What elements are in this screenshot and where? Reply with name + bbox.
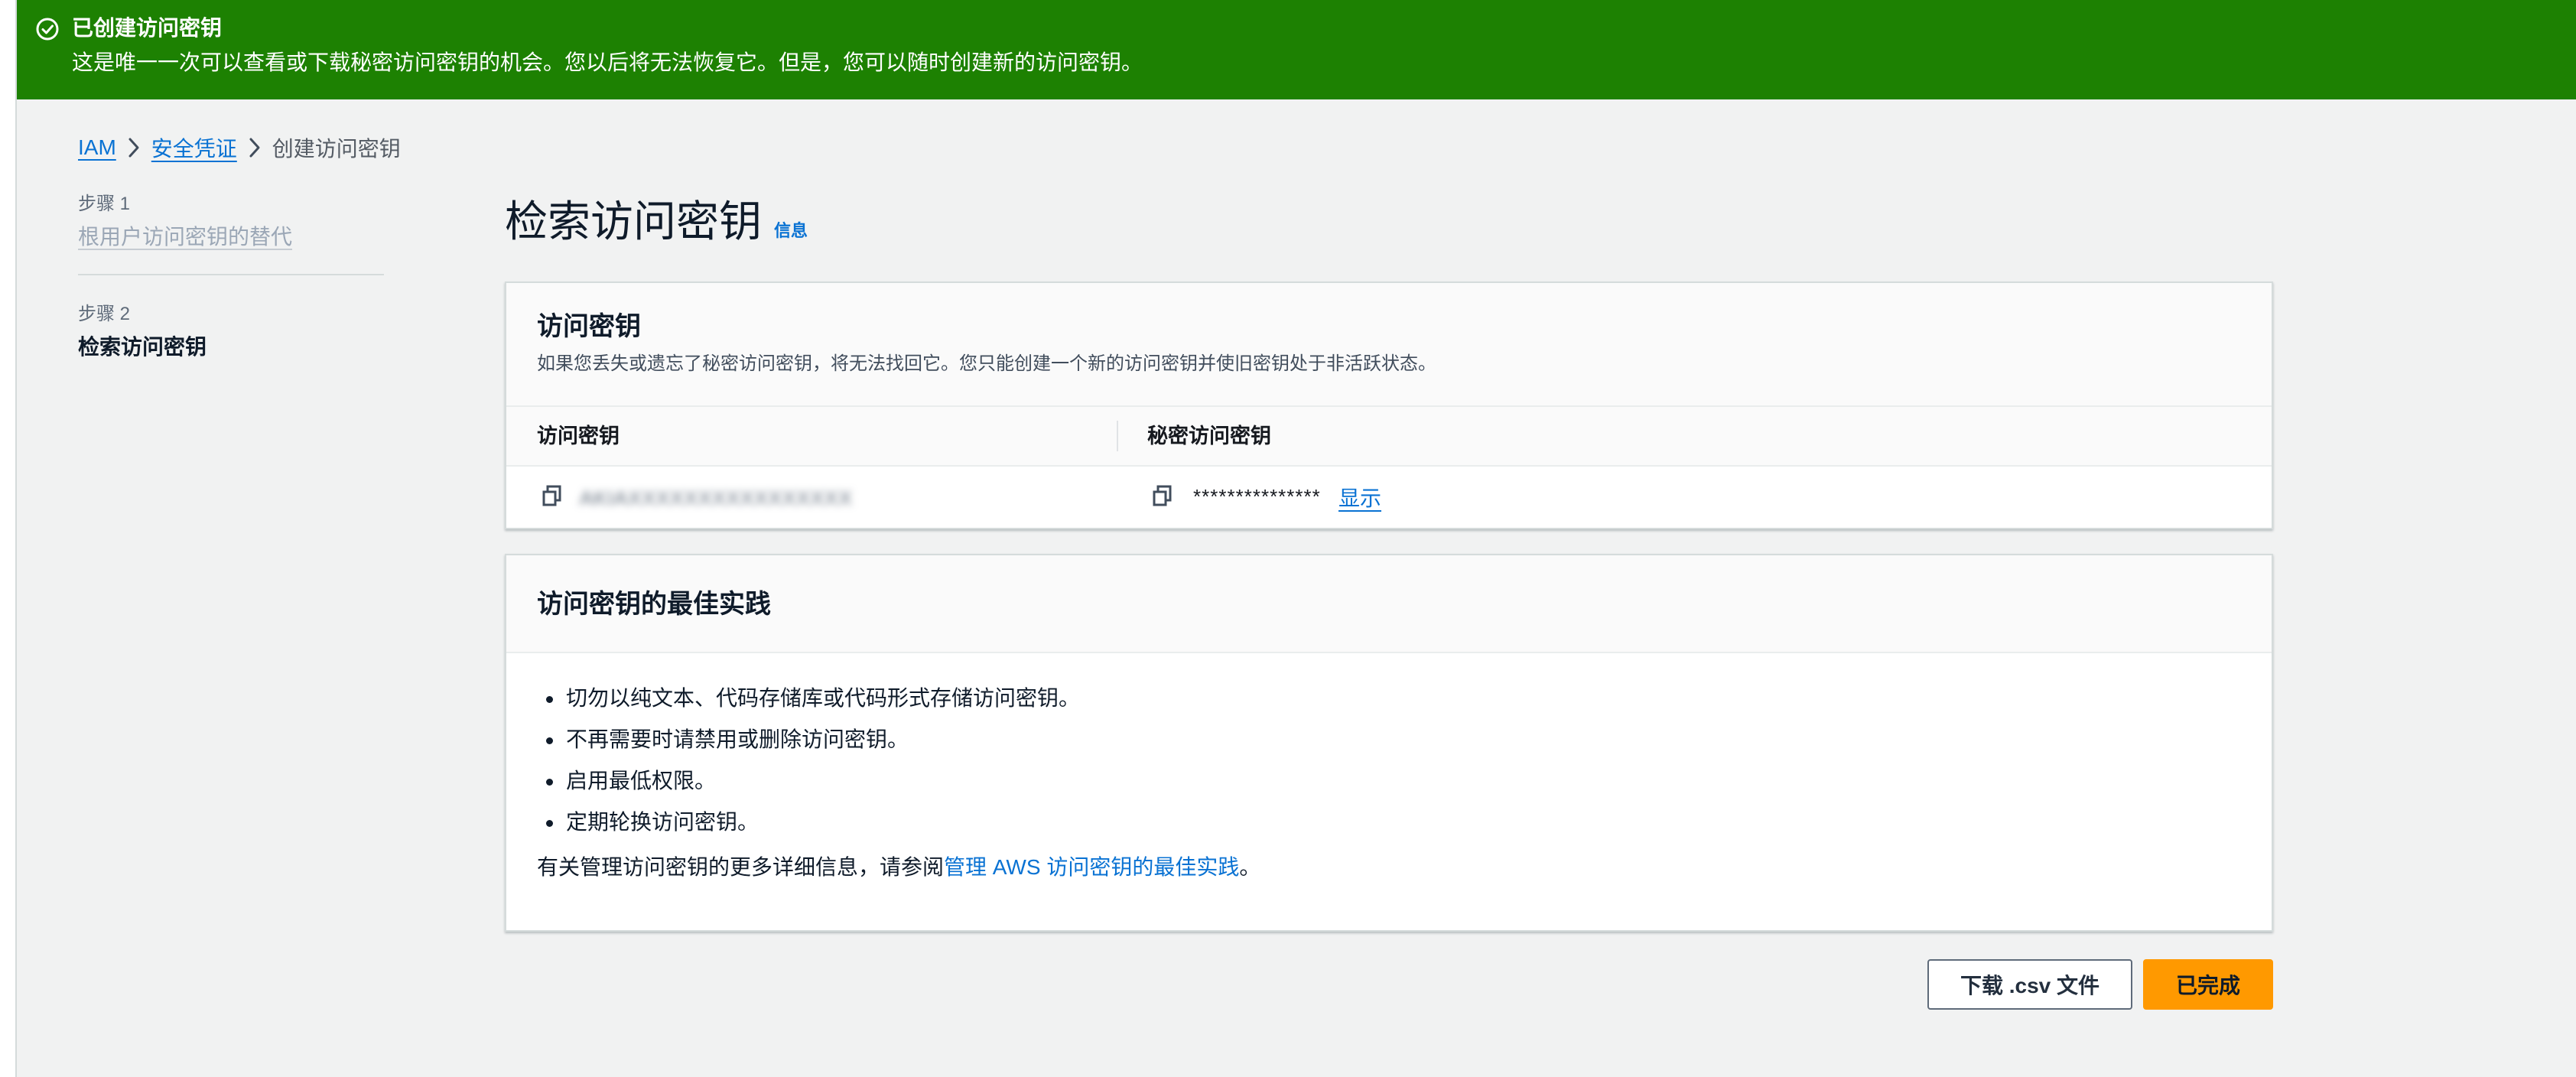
list-item: 定期轮换访问密钥。: [537, 802, 2241, 843]
best-practices-container: 访问密钥的最佳实践 切勿以纯文本、代码存储库或代码形式存储访问密钥。 不再需要时…: [505, 554, 2273, 932]
step-1-title: 根用户访问密钥的替代: [78, 225, 293, 249]
access-key-id: AKIAXXXXXXXXXXXXXXXX: [580, 486, 853, 509]
step-2-caption: 步骤 2: [78, 304, 131, 324]
flash-title: 已创建访问密钥: [72, 16, 223, 40]
access-key-title: 访问密钥: [537, 312, 641, 341]
best-practices-title: 访问密钥的最佳实践: [537, 590, 771, 619]
column-divider: [1117, 421, 1118, 451]
table-row: AKIAXXXXXXXXXXXXXXXX *************** 显示: [506, 467, 2272, 528]
step-1-caption: 步骤 1: [78, 194, 131, 214]
list-item: 启用最低权限。: [537, 760, 2241, 802]
breadcrumb-current: 创建访问密钥: [272, 137, 401, 161]
page-title: 检索访问密钥: [505, 197, 762, 246]
access-key-container: 访问密钥 如果您丢失或遗忘了秘密访问密钥，将无法找回它。您只能创建一个新的访问密…: [505, 281, 2273, 529]
breadcrumb-iam[interactable]: IAM: [78, 135, 116, 160]
download-csv-button[interactable]: 下载 .csv 文件: [1927, 959, 2132, 1010]
best-practices-list: 切勿以纯文本、代码存储库或代码形式存储访问密钥。 不再需要时请禁用或删除访问密钥…: [537, 678, 2241, 843]
chevron-right-icon: [237, 132, 272, 163]
more-info-text: 有关管理访问密钥的更多详细信息，请参阅管理 AWS 访问密钥的最佳实践。: [537, 852, 2241, 883]
success-flashbar: 已创建访问密钥 这是唯一一次可以查看或下载秘密访问密钥的机会。您以后将无法恢复它…: [17, 0, 2576, 99]
best-practices-body: 切勿以纯文本、代码存储库或代码形式存储访问密钥。 不再需要时请禁用或删除访问密钥…: [506, 653, 2272, 883]
best-practices-link[interactable]: 管理 AWS 访问密钥的最佳实践: [944, 855, 1239, 879]
secret-access-key: ***************: [1193, 485, 1321, 508]
table-header: 访问密钥 秘密访问密钥: [506, 407, 2272, 467]
more-info-suffix: 。: [1239, 855, 1261, 879]
step-2-title: 检索访问密钥: [78, 335, 207, 359]
breadcrumb: IAM 安全凭证 创建访问密钥: [78, 129, 401, 167]
wizard-steps: 步骤 1 根用户访问密钥的替代 步骤 2 检索访问密钥: [78, 191, 384, 363]
flash-message: 这是唯一一次可以查看或下载秘密访问密钥的机会。您以后将无法恢复它。但是，您可以随…: [72, 50, 1143, 74]
access-key-description: 如果您丢失或遗忘了秘密访问密钥，将无法找回它。您只能创建一个新的访问密钥并使旧密…: [537, 353, 1436, 374]
best-practices-header: 访问密钥的最佳实践: [506, 555, 2272, 653]
copy-icon[interactable]: [1150, 483, 1175, 509]
step-divider: [78, 274, 384, 275]
breadcrumb-security-credentials[interactable]: 安全凭证: [151, 132, 237, 163]
list-item: 不再需要时请禁用或删除访问密钥。: [537, 719, 2241, 760]
chevron-right-icon: [116, 132, 151, 163]
access-key-header: 访问密钥 如果您丢失或遗忘了秘密访问密钥，将无法找回它。您只能创建一个新的访问密…: [506, 283, 2272, 407]
left-panel-edge: [0, 0, 17, 1077]
column-header-access-key: 访问密钥: [537, 425, 620, 447]
list-item: 切勿以纯文本、代码存储库或代码形式存储访问密钥。: [537, 678, 2241, 719]
info-link[interactable]: 信息: [774, 217, 808, 242]
show-secret-link[interactable]: 显示: [1338, 482, 1381, 512]
copy-icon[interactable]: [540, 483, 564, 509]
check-circle-icon: [36, 18, 59, 41]
done-button[interactable]: 已完成: [2143, 959, 2273, 1010]
page-header: 检索访问密钥 信息: [505, 194, 808, 249]
column-header-secret-key: 秘密访问密钥: [1147, 425, 1271, 447]
more-info-prefix: 有关管理访问密钥的更多详细信息，请参阅: [537, 855, 945, 879]
